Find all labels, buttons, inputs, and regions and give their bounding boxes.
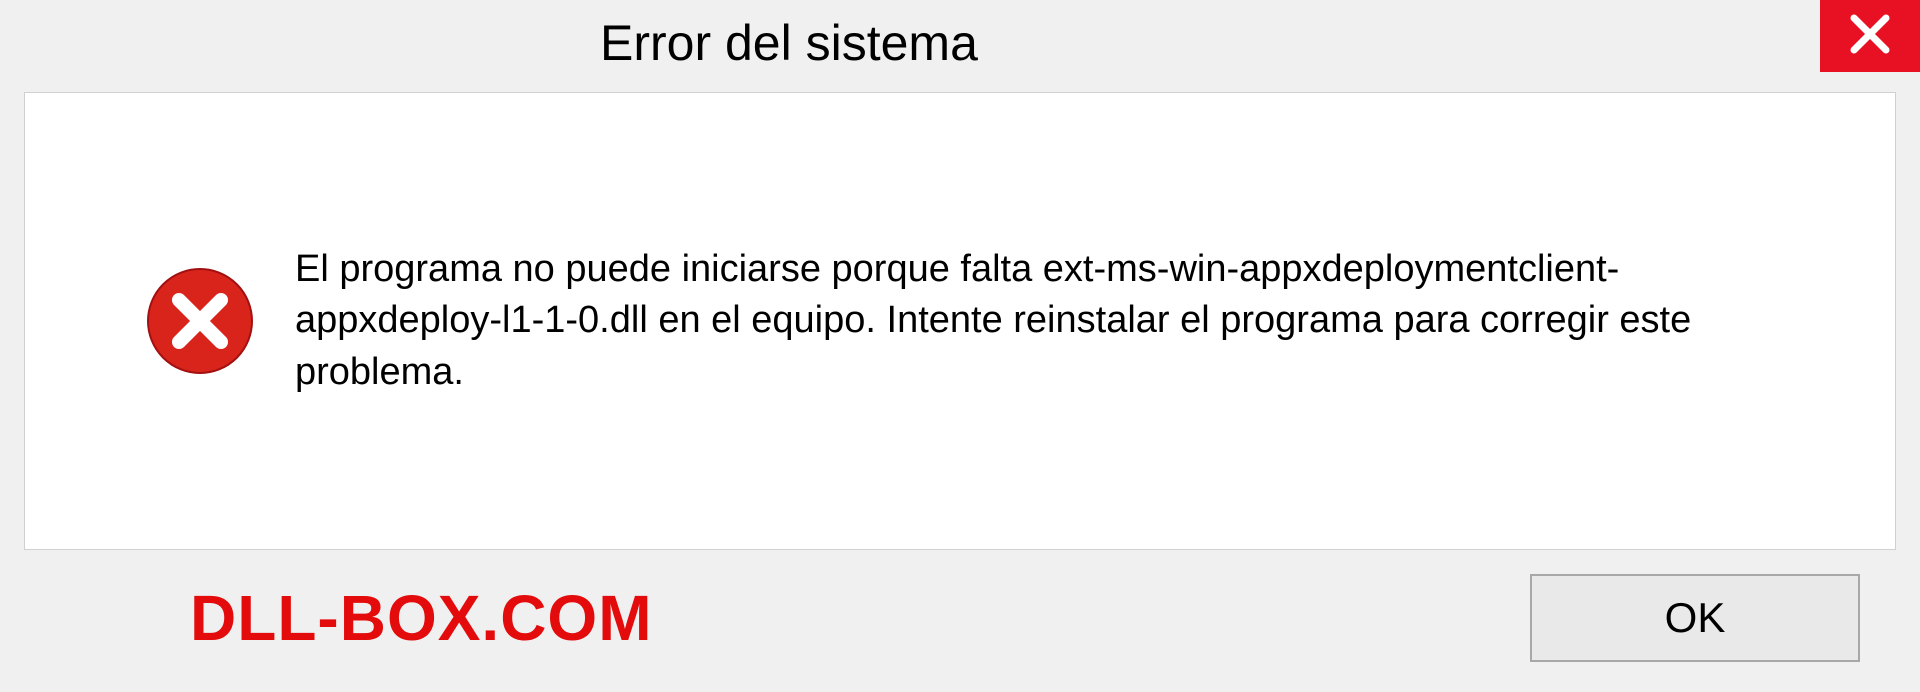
ok-button-label: OK (1665, 594, 1726, 642)
ok-button[interactable]: OK (1530, 574, 1860, 662)
dialog-title: Error del sistema (0, 0, 978, 72)
close-icon (1848, 12, 1892, 61)
error-dialog: Error del sistema El programa no puede i… (0, 0, 1920, 692)
error-icon (145, 266, 255, 376)
dialog-footer: DLL-BOX.COM OK (0, 574, 1920, 692)
error-message: El programa no puede iniciarse porque fa… (295, 244, 1795, 398)
titlebar: Error del sistema (0, 0, 1920, 92)
close-button[interactable] (1820, 0, 1920, 72)
watermark-text: DLL-BOX.COM (190, 581, 653, 655)
content-panel: El programa no puede iniciarse porque fa… (24, 92, 1896, 550)
